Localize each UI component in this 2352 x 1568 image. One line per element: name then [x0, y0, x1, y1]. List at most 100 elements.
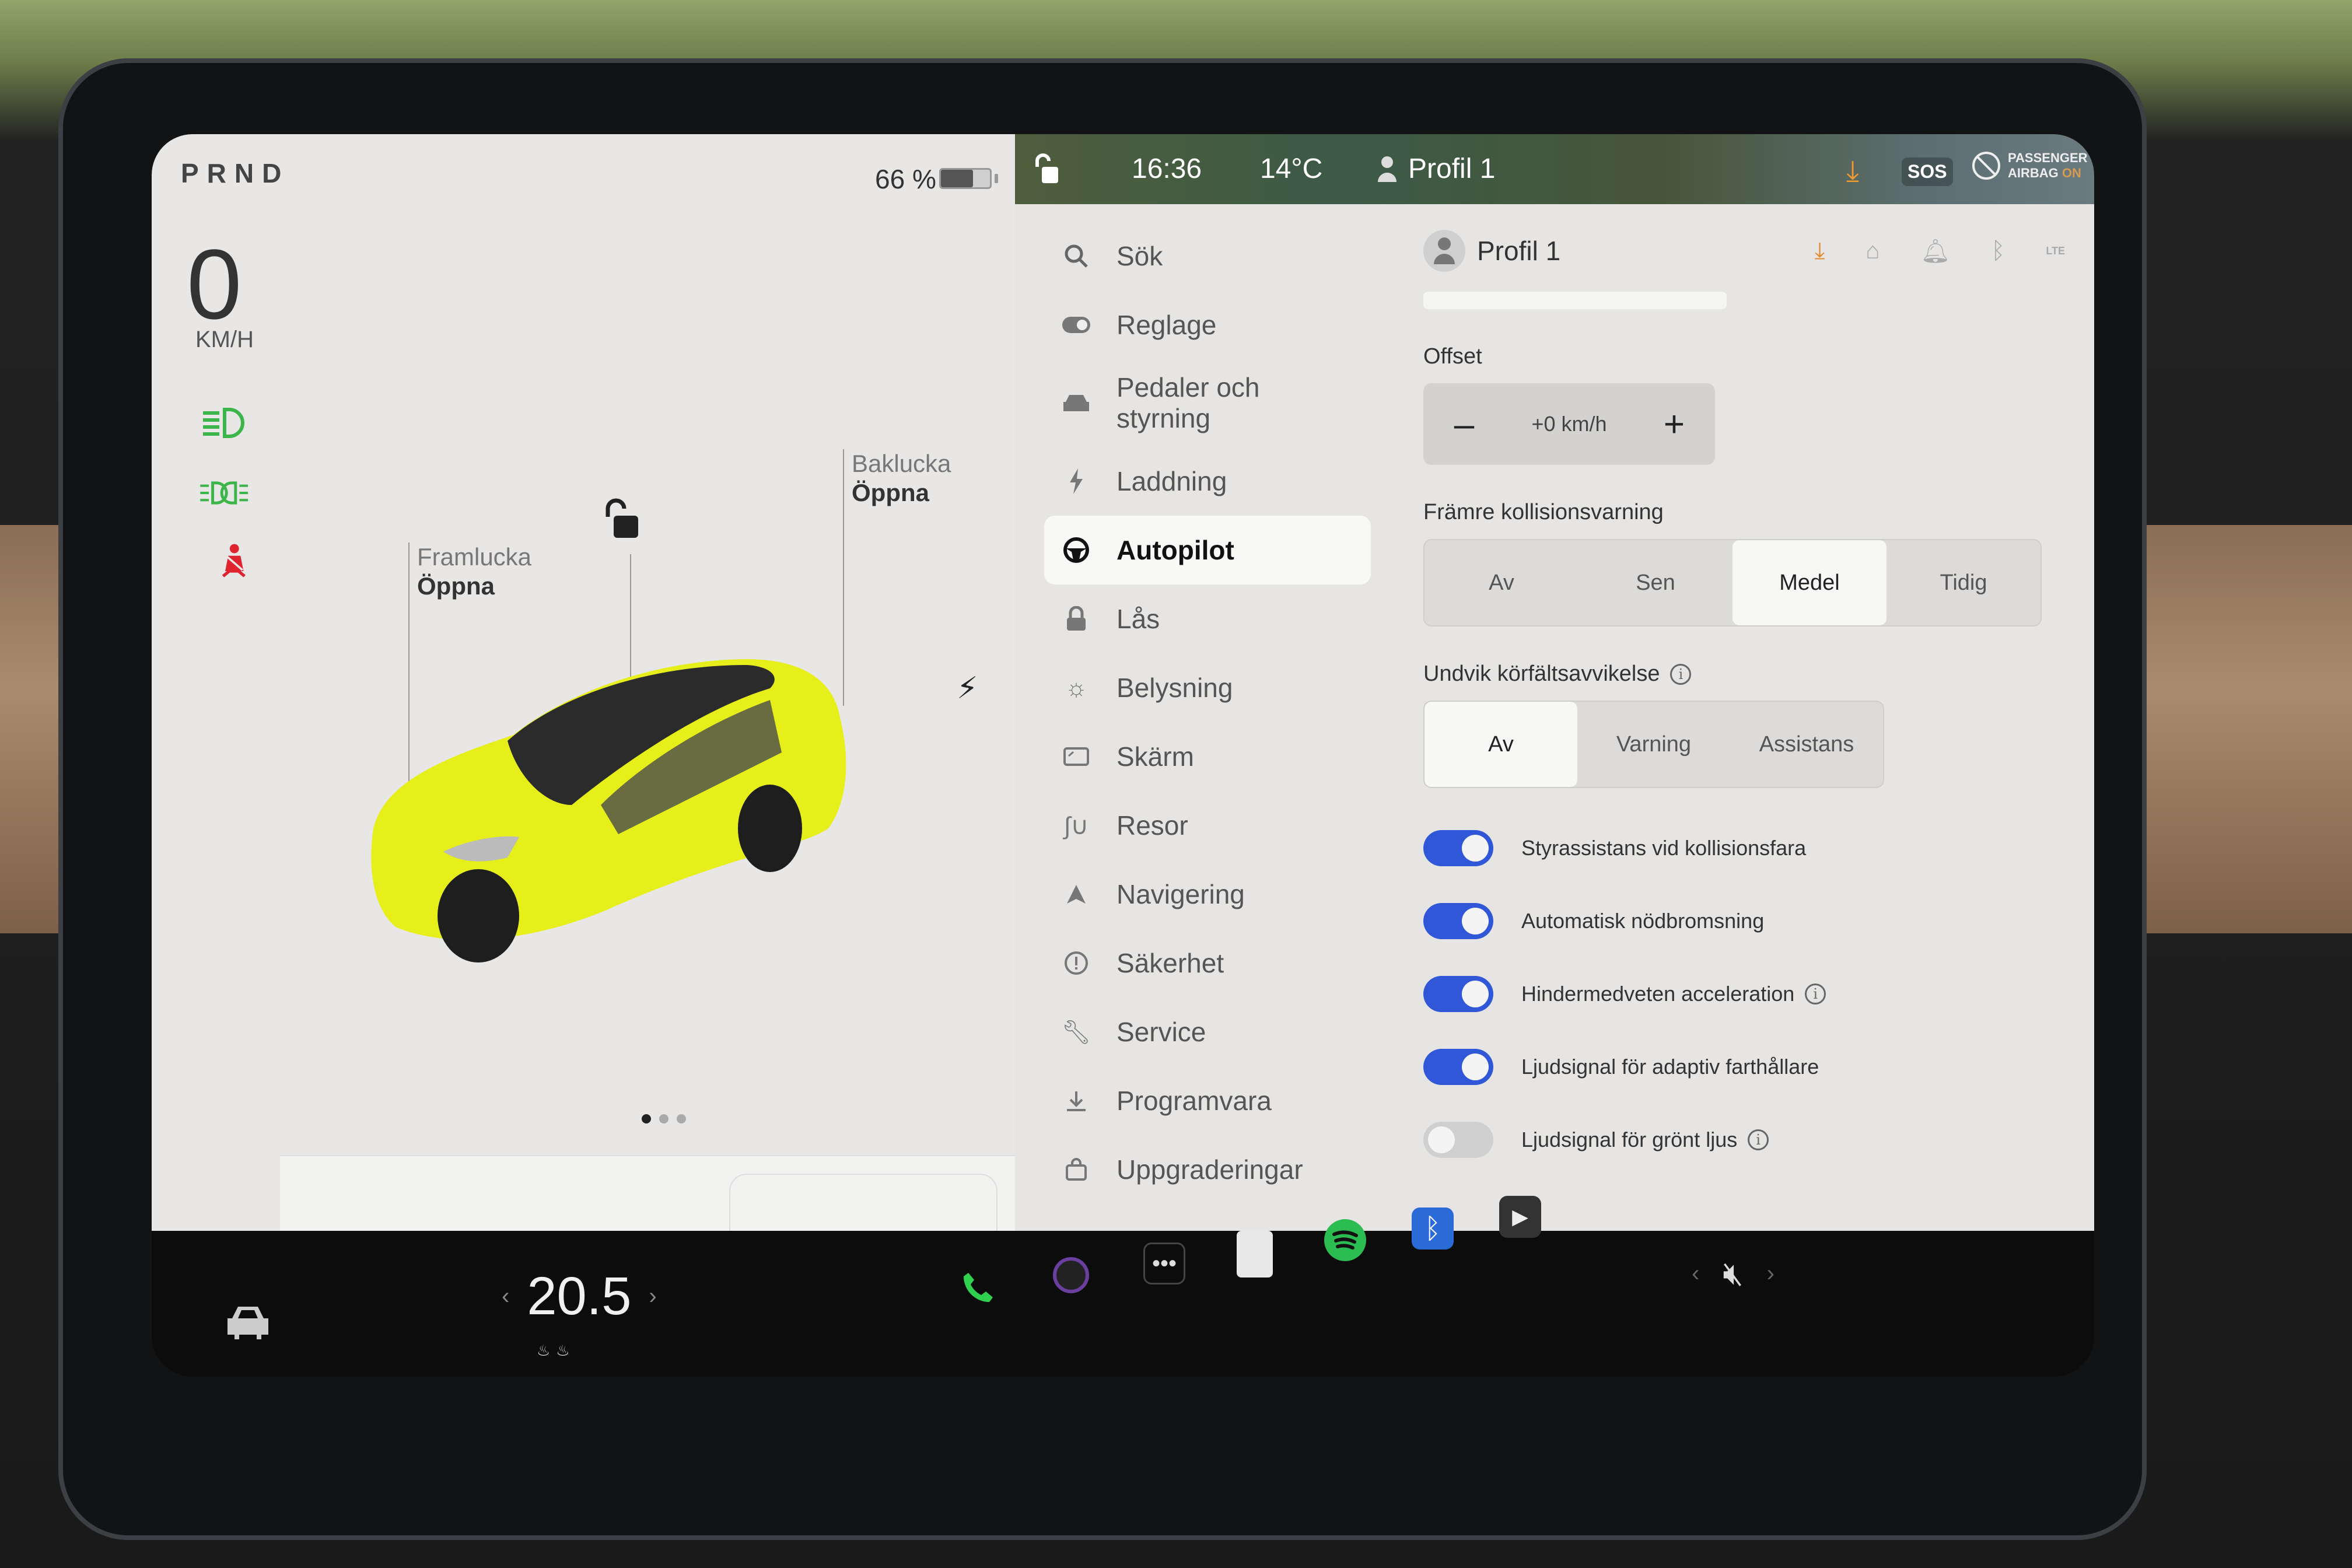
- sidebar-item-label: Laddning: [1116, 466, 1227, 496]
- sidebar-item-lås[interactable]: Lås: [1044, 584, 1371, 653]
- sidebar-item-label: Skärm: [1116, 741, 1194, 772]
- avatar[interactable]: [1423, 230, 1465, 272]
- sidebar-item-programvara[interactable]: Programvara: [1044, 1066, 1371, 1135]
- toggle-row: Automatisk nödbromsning: [1423, 884, 2065, 957]
- pager-dot[interactable]: [677, 1114, 686, 1124]
- theater-icon[interactable]: ▶: [1499, 1196, 1541, 1238]
- sidebar-item-uppgraderingar[interactable]: Uppgraderingar: [1044, 1135, 1371, 1204]
- profile-header: Profil 1 ⤓ ⌂ 🔔︎ ᛒ LTE: [1423, 222, 2065, 280]
- panel-pager[interactable]: [642, 1114, 686, 1124]
- download-icon[interactable]: ⤓: [1815, 238, 1825, 264]
- bluetooth-app-icon[interactable]: ᛒ: [1412, 1208, 1454, 1250]
- forward-collision-label-text: Främre kollisionsvarning: [1423, 500, 1664, 524]
- toggle-switch[interactable]: [1423, 1048, 1493, 1085]
- battery-level-fill: [941, 170, 974, 187]
- frunk-label[interactable]: Framlucka Öppna: [417, 542, 531, 601]
- outside-temperature: 14°C: [1260, 153, 1323, 184]
- lane-departure-option-varning[interactable]: Varning: [1577, 702, 1730, 787]
- sidebar-item-laddning[interactable]: Laddning: [1044, 447, 1371, 516]
- passenger-airbag-status: PASSENGER AIRBAG ON: [1972, 150, 2088, 181]
- sidebar-item-label: Autopilot: [1116, 535, 1234, 565]
- spotify-icon[interactable]: [1324, 1219, 1366, 1261]
- bluetooth-icon[interactable]: ᛒ: [1991, 238, 2005, 264]
- status-profile[interactable]: Profil 1: [1377, 153, 1495, 185]
- navigation-icon: [1062, 880, 1091, 909]
- trunk-label[interactable]: Baklucka Öppna: [852, 449, 951, 508]
- volume-muted-icon[interactable]: 🔇︎: [1723, 1254, 1743, 1293]
- charge-port-icon[interactable]: ⚡: [957, 671, 978, 706]
- sidebar-item-skärm[interactable]: Skärm: [1044, 722, 1371, 791]
- software-update-icon[interactable]: ⤓: [1846, 154, 1859, 188]
- sidebar-item-autopilot[interactable]: Autopilot: [1044, 516, 1371, 584]
- sos-button[interactable]: SOS: [1902, 158, 1953, 186]
- car-render: [371, 659, 846, 963]
- offset-decrease-button[interactable]: –: [1447, 404, 1482, 445]
- settings-nav: Sök Reglage Pedaler och styrning Laddning Au…: [1044, 222, 1371, 1204]
- toggle-label-text: Hindermedveten acceleration: [1521, 981, 1795, 1006]
- sidebar-item-service[interactable]: 🔧︎ Service: [1044, 998, 1371, 1066]
- info-icon[interactable]: i: [1748, 1129, 1769, 1150]
- camera-icon[interactable]: [1050, 1254, 1092, 1296]
- toggle-knob: [1428, 1126, 1455, 1153]
- info-icon[interactable]: i: [1805, 983, 1826, 1005]
- more-icon[interactable]: •••: [1143, 1242, 1185, 1284]
- seatbelt-warning-icon: [222, 544, 246, 578]
- sidebar-item-resor[interactable]: ∫∪ Resor: [1044, 791, 1371, 860]
- forward-collision-option-medel[interactable]: Medel: [1732, 540, 1887, 625]
- sidebar-item-belysning[interactable]: ☼ Belysning: [1044, 653, 1371, 722]
- download-icon: [1062, 1086, 1091, 1115]
- sidebar-item-navigering[interactable]: Navigering: [1044, 860, 1371, 929]
- scrolled-control-remnant: [1423, 292, 1727, 309]
- trunk-open-button[interactable]: Öppna: [852, 478, 951, 508]
- headlights-icon: [203, 408, 244, 438]
- volume-up-button[interactable]: ›: [1767, 1261, 1774, 1287]
- forward-collision-option-sen[interactable]: Sen: [1578, 540, 1732, 625]
- toggle-switch[interactable]: [1423, 1121, 1493, 1158]
- parking-lights-icon: [200, 481, 249, 505]
- toggle-label-text: Ljudsignal för grönt ljus: [1521, 1127, 1738, 1152]
- toggle-switch[interactable]: [1423, 975, 1493, 1012]
- sidebar-item-reglage[interactable]: Reglage: [1044, 290, 1371, 359]
- sidebar-item-label: Uppgraderingar: [1116, 1154, 1303, 1185]
- status-bar: 16:36 14°C Profil 1 ⤓ SOS PASSENGER AIRB…: [1015, 134, 2094, 204]
- toggle-label-text: Automatisk nödbromsning: [1521, 908, 1765, 933]
- bell-icon[interactable]: 🔔︎: [1921, 237, 1951, 265]
- shopping-bag-icon: [1062, 1155, 1091, 1184]
- display-icon: [1062, 742, 1091, 771]
- seat-heater-icons[interactable]: ♨♨: [537, 1342, 576, 1360]
- lane-departure-option-assistans[interactable]: Assistans: [1730, 702, 1883, 787]
- sidebar-item-sök[interactable]: Sök: [1044, 222, 1371, 290]
- radio-icon[interactable]: [1237, 1231, 1273, 1278]
- sidebar-item-pedaler-och-styrning[interactable]: Pedaler och styrning: [1044, 359, 1371, 447]
- toggle-switch[interactable]: [1423, 830, 1493, 866]
- toggle-row: Ljudsignal för grönt ljus i: [1423, 1103, 2065, 1176]
- pager-dot[interactable]: [659, 1114, 668, 1124]
- status-profile-name: Profil 1: [1408, 153, 1496, 184]
- frunk-open-button[interactable]: Öppna: [417, 572, 531, 601]
- status-unlock-icon[interactable]: [1032, 152, 1062, 187]
- sidebar-item-label: Pedaler och styrning: [1116, 372, 1260, 433]
- steering-wheel-icon: [1062, 536, 1091, 565]
- temp-increase-button[interactable]: ›: [649, 1283, 656, 1310]
- car-controls-icon[interactable]: [222, 1301, 274, 1342]
- airbag-icon: [1972, 152, 2000, 180]
- forward-collision-option-tidig[interactable]: Tidig: [1887, 540, 2041, 625]
- toggle-row: Ljudsignal för adaptiv farthållare: [1423, 1030, 2065, 1103]
- temp-decrease-button[interactable]: ‹: [502, 1283, 509, 1310]
- pager-dot[interactable]: [642, 1114, 651, 1124]
- toggle-knob: [1462, 907, 1489, 935]
- sidebar-item-label: Lås: [1116, 604, 1160, 634]
- lane-departure-option-av[interactable]: Av: [1424, 702, 1577, 787]
- sidebar-item-säkerhet[interactable]: Säkerhet: [1044, 929, 1371, 998]
- toggle-switch[interactable]: [1423, 902, 1493, 939]
- unlock-icon[interactable]: [601, 496, 642, 542]
- offset-increase-button[interactable]: +: [1657, 404, 1692, 445]
- garage-icon[interactable]: ⌂: [1866, 238, 1880, 264]
- forward-collision-selector: Av Sen Medel Tidig: [1423, 539, 2042, 626]
- cabin-temperature[interactable]: 20.5: [527, 1266, 631, 1327]
- volume-down-button[interactable]: ‹: [1692, 1261, 1699, 1287]
- info-icon[interactable]: i: [1670, 663, 1692, 685]
- profile-name[interactable]: Profil 1: [1477, 235, 1560, 267]
- forward-collision-option-av[interactable]: Av: [1424, 540, 1578, 625]
- phone-icon[interactable]: [957, 1266, 999, 1308]
